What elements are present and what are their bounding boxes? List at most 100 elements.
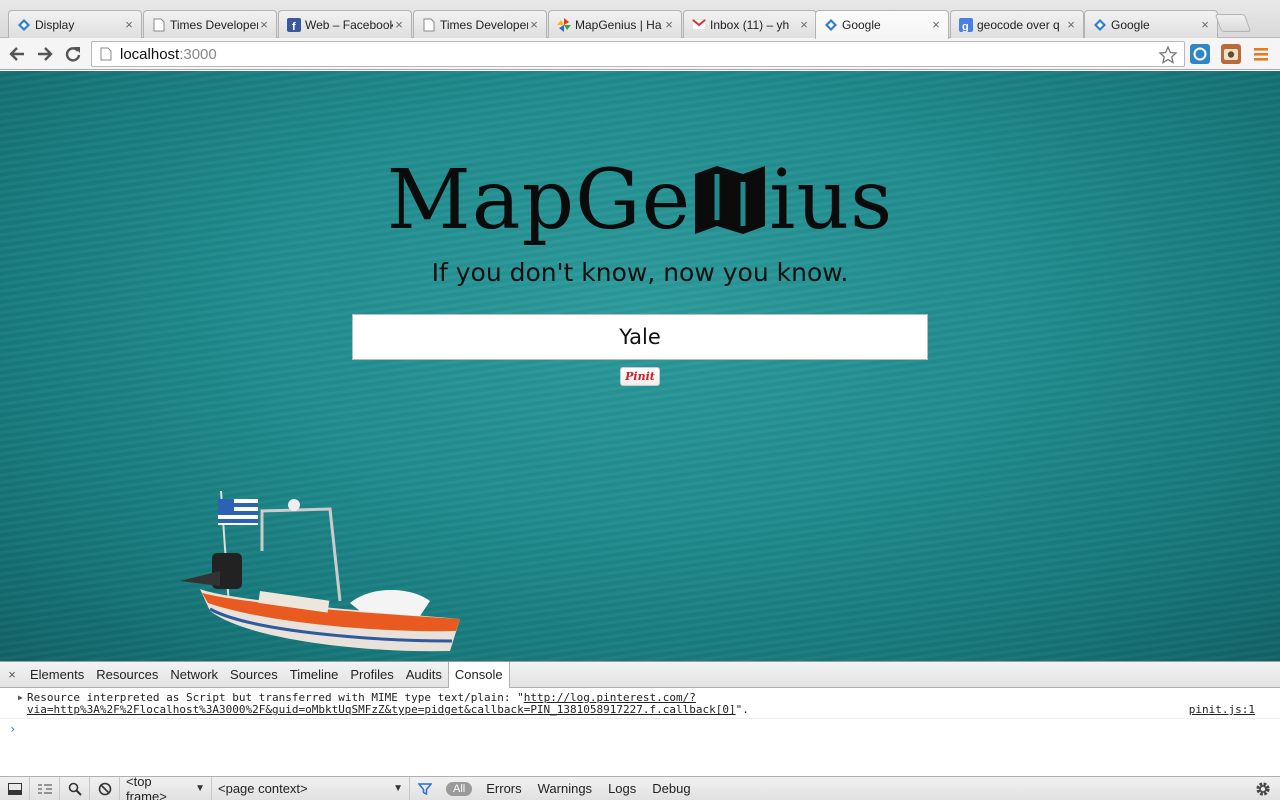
dropdown-arrow-icon: ▼ (393, 783, 403, 794)
boat-image (180, 491, 460, 652)
browser-tab[interactable]: Inbox (11) – yh × (683, 10, 817, 38)
filter-warnings[interactable]: Warnings (530, 781, 600, 796)
gmail-icon (692, 18, 706, 32)
tab-resources[interactable]: Resources (90, 662, 164, 688)
document-icon (152, 18, 166, 32)
facebook-icon: f (287, 17, 301, 32)
console-output: ▶ Resource interpreted as Script but tra… (0, 688, 1280, 775)
new-tab-button[interactable] (1214, 14, 1252, 32)
back-button[interactable] (5, 42, 29, 66)
tab-close-icon[interactable]: × (258, 18, 270, 31)
clear-console-icon[interactable] (90, 776, 120, 800)
filter-logs[interactable]: Logs (600, 781, 644, 796)
tab-title: Web – Facebook (305, 17, 393, 32)
tab-strip: Display × Times Developer × f Web – Face… (0, 0, 1280, 39)
tab-title: Display (35, 17, 75, 32)
mapgenius-pinwheel-icon (557, 17, 571, 32)
blue-diamond-icon (824, 18, 838, 32)
folded-map-icon (691, 159, 769, 259)
filter-debug[interactable]: Debug (644, 781, 698, 796)
tab-title: Google (842, 18, 881, 32)
browser-tab[interactable]: Google × (1084, 10, 1218, 38)
svg-text:g: g (962, 21, 969, 32)
pinit-button[interactable]: Pinit (620, 367, 660, 386)
tab-timeline[interactable]: Timeline (284, 662, 345, 688)
tab-network[interactable]: Network (164, 662, 224, 688)
page-viewport: MapGe ius If you don't know, now you know… (0, 71, 1280, 661)
tab-close-icon[interactable]: × (1199, 18, 1211, 31)
browser-tab[interactable]: MapGenius | Ha × (548, 10, 682, 38)
browser-tab[interactable]: f Web – Facebook × (278, 10, 412, 38)
browser-toolbar: localhost:3000 (0, 38, 1280, 70)
menu-icon[interactable] (1252, 44, 1272, 64)
source-link[interactable]: pinit.js:1 (1189, 704, 1255, 716)
logo-text-left: MapGe (386, 153, 692, 248)
tab-close-icon[interactable]: × (1065, 18, 1077, 31)
divider (0, 718, 1280, 719)
browser-tab[interactable]: Display × (8, 10, 142, 38)
tab-title: Google (1111, 17, 1150, 32)
dock-icon[interactable] (0, 776, 30, 800)
logo-text-right: ius (769, 153, 894, 248)
console-message: ▶ Resource interpreted as Script but tra… (18, 692, 1267, 716)
message-link-continued[interactable]: via=http%3A%2F%2Flocalhost%3A3000%2F&gui… (27, 703, 736, 716)
tab-sources[interactable]: Sources (224, 662, 284, 688)
expand-triangle-icon[interactable]: ▶ (18, 692, 23, 704)
extension-blue-circle-icon[interactable] (1190, 44, 1210, 64)
search-icon[interactable] (60, 776, 90, 800)
tab-title: Times Developer (440, 17, 528, 32)
document-icon (422, 18, 436, 32)
address-bar[interactable]: localhost:3000 (91, 41, 1185, 67)
site-logo: MapGe ius (0, 151, 1280, 259)
frame-selector[interactable]: <top frame> ▼ (120, 773, 212, 800)
tab-title: Times Developer (170, 17, 258, 32)
tagline: If you don't know, now you know. (431, 258, 849, 287)
forward-button[interactable] (33, 42, 57, 66)
message-text-end: ". (735, 703, 749, 716)
tab-title: MapGenius | Ha (575, 17, 662, 32)
browser-tab[interactable]: Times Developer × (413, 10, 547, 38)
devtools-panel: × Elements Resources Network Sources Tim… (0, 661, 1280, 800)
bookmark-star-icon[interactable] (1158, 45, 1178, 68)
reload-icon (65, 47, 81, 62)
url-host: localhost (120, 45, 180, 63)
tab-audits[interactable]: Audits (400, 662, 448, 688)
tab-close-icon[interactable]: × (528, 18, 540, 31)
tab-title: geocode over q (977, 17, 1060, 32)
browser-tab[interactable]: g geocode over q × (950, 10, 1084, 38)
url-port: :3000 (179, 45, 217, 63)
reload-button[interactable] (61, 42, 85, 66)
tab-close-icon[interactable]: × (123, 18, 135, 31)
tab-title: Inbox (11) – yh (710, 17, 790, 32)
show-drawer-icon[interactable] (30, 776, 60, 800)
filter-icon[interactable] (410, 777, 440, 800)
context-selector-value: <page context> (218, 781, 308, 796)
tab-console[interactable]: Console (447, 661, 510, 688)
devtools-tab-bar: × Elements Resources Network Sources Tim… (0, 661, 1280, 688)
tab-close-icon[interactable]: × (798, 18, 810, 31)
tab-profiles[interactable]: Profiles (344, 662, 399, 688)
back-arrow-icon (9, 47, 24, 61)
console-prompt[interactable]: › (9, 722, 16, 736)
blue-diamond-icon (17, 18, 31, 32)
devtools-close-icon[interactable]: × (0, 667, 24, 682)
filter-errors[interactable]: Errors (478, 781, 529, 796)
context-selector[interactable]: <page context> ▼ (212, 776, 410, 800)
dropdown-arrow-icon: ▼ (195, 783, 205, 794)
blue-diamond-icon (1093, 18, 1107, 32)
location-search-input[interactable] (352, 314, 928, 360)
filter-all[interactable]: All (446, 781, 473, 796)
tab-elements[interactable]: Elements (24, 662, 90, 688)
google-g-icon: g (959, 17, 973, 32)
tab-close-icon[interactable]: × (663, 18, 675, 31)
tab-close-icon[interactable]: × (393, 18, 405, 31)
settings-gear-icon[interactable] (1254, 780, 1272, 800)
tab-close-icon[interactable]: × (930, 18, 942, 31)
frame-selector-value: <top frame> (126, 773, 167, 800)
extension-camera-icon[interactable] (1221, 44, 1241, 64)
devtools-status-bar: <top frame> ▼ <page context> ▼ All Errors … (0, 773, 1280, 800)
forward-arrow-icon (38, 47, 53, 61)
svg-text:f: f (292, 21, 296, 32)
browser-tab-active[interactable]: Google × (815, 10, 949, 39)
browser-tab[interactable]: Times Developer × (143, 10, 277, 38)
